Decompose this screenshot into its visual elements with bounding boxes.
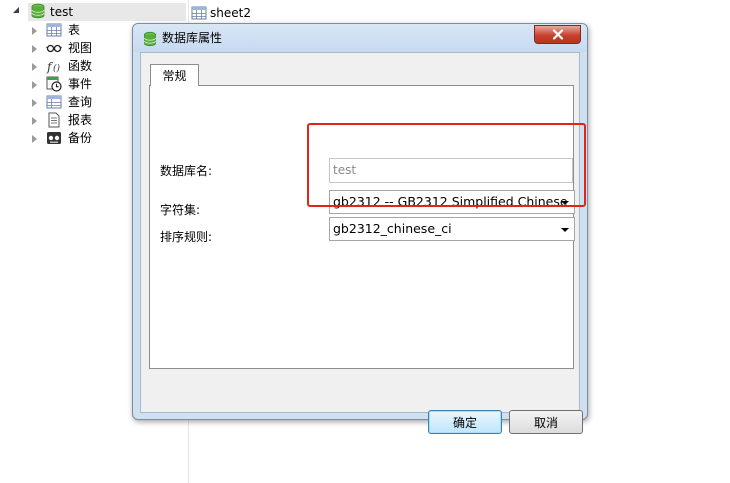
dialog-client-area: 常规 数据库名: test 字符集: gb2312 -- GB2312 Simp… [140, 52, 583, 434]
collapsed-arrow-icon[interactable] [32, 99, 37, 107]
ok-button[interactable]: 确定 [428, 410, 502, 434]
table-icon [191, 6, 207, 20]
svg-text:(): () [53, 63, 61, 74]
query-icon [46, 95, 62, 109]
tree-root-label: test [50, 5, 74, 19]
cancel-button[interactable]: 取消 [509, 410, 583, 434]
tab-general[interactable]: 常规 [150, 64, 199, 86]
collation-value: gb2312_chinese_ci [333, 221, 452, 236]
report-icon [48, 112, 60, 128]
tree-item-label: 备份 [68, 131, 93, 145]
tree-item-label: 视图 [68, 41, 93, 55]
database-icon [144, 31, 156, 47]
collapsed-arrow-icon[interactable] [32, 27, 37, 35]
collation-label: 排序规则: [160, 230, 213, 244]
charset-label: 字符集: [160, 203, 201, 217]
expanded-arrow-icon[interactable] [11, 5, 21, 15]
function-icon: f () [46, 60, 61, 74]
backup-icon [47, 132, 61, 144]
tree-item-label: 函数 [68, 59, 93, 73]
database-properties-dialog: 数据库属性 常规 数据库名: test 字符集: gb2312 -- GB231… [132, 23, 588, 434]
tree-item-label: 事件 [68, 77, 93, 91]
collapsed-arrow-icon[interactable] [32, 63, 37, 71]
close-icon [552, 29, 563, 40]
dialog-titlebar[interactable]: 数据库属性 [133, 24, 587, 52]
collapsed-arrow-icon[interactable] [32, 135, 37, 143]
dropdown-arrow-icon[interactable] [561, 228, 569, 232]
view-icon [46, 44, 62, 53]
close-button[interactable] [534, 25, 581, 44]
object-item-label: sheet2 [210, 6, 251, 20]
tree-item-label: 表 [68, 23, 81, 37]
database-icon [31, 3, 45, 19]
dialog-title: 数据库属性 [162, 31, 223, 45]
table-icon [46, 23, 62, 37]
collapsed-arrow-icon[interactable] [32, 117, 37, 125]
object-item-sheet2[interactable]: sheet2 [191, 4, 251, 22]
event-icon [46, 76, 62, 92]
collapsed-arrow-icon[interactable] [32, 81, 37, 89]
db-name-label: 数据库名: [160, 164, 213, 178]
tree-item-label: 查询 [68, 95, 93, 109]
collation-select[interactable]: gb2312_chinese_ci [329, 217, 575, 241]
highlight-annotation [307, 123, 586, 207]
tree-item-label: 报表 [68, 113, 93, 127]
collapsed-arrow-icon[interactable] [32, 45, 37, 53]
